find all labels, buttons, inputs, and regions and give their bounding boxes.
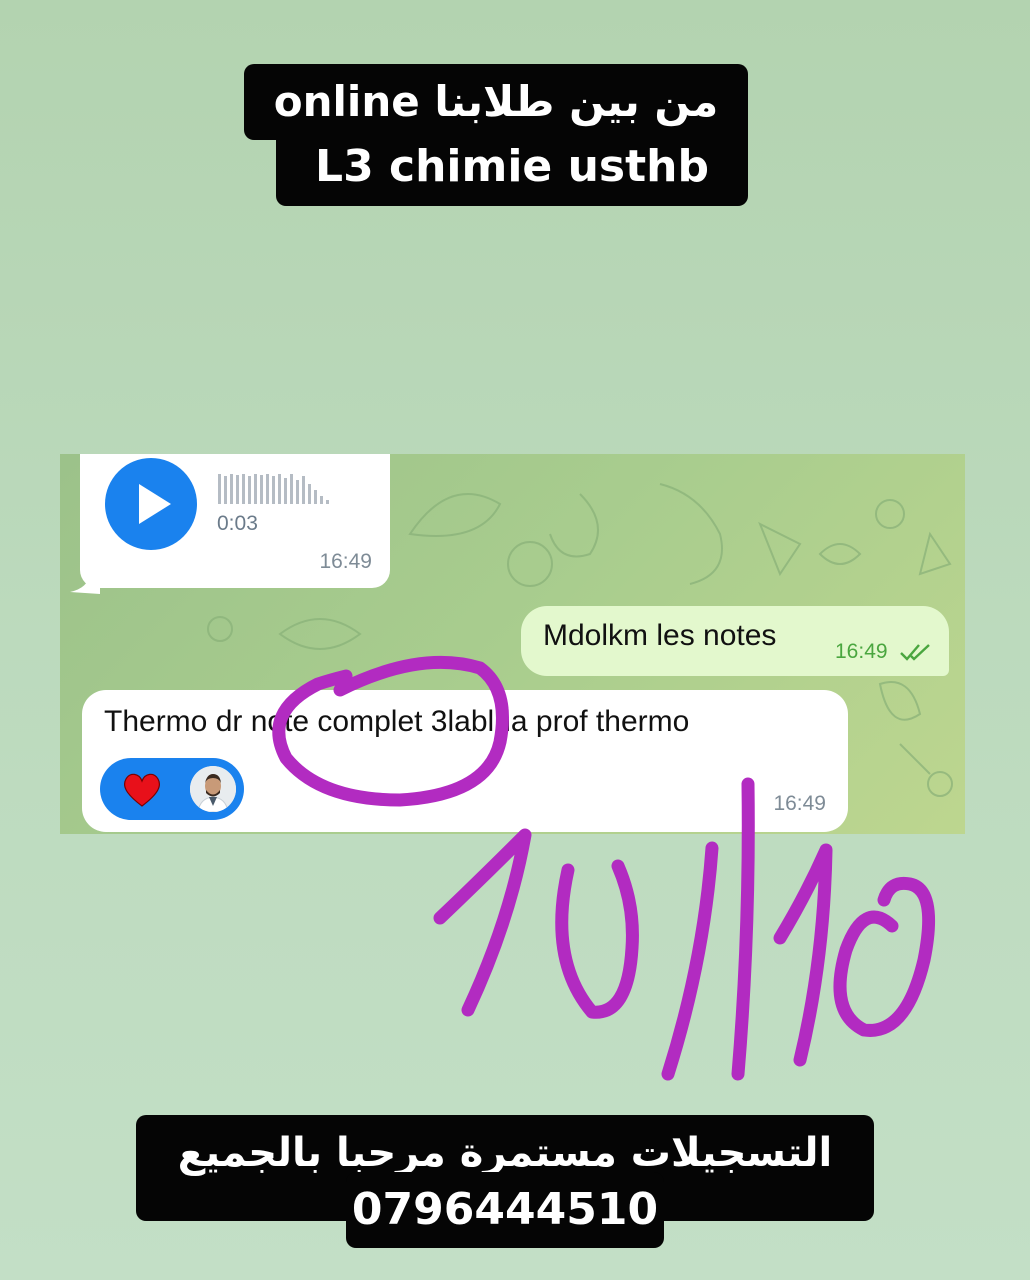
- voice-message-bubble: 0:03 16:49: [80, 454, 390, 588]
- waveform: [218, 474, 329, 504]
- voice-duration: 0:03: [217, 512, 258, 535]
- bubble-tail: [70, 574, 100, 594]
- play-button[interactable]: [105, 458, 197, 550]
- message-time: 16:49: [773, 792, 826, 815]
- header-caption-line2: L3 chimie usthb: [276, 132, 748, 206]
- play-icon: [139, 484, 171, 524]
- outgoing-message-text: Mdolkm les notes: [543, 619, 777, 652]
- outgoing-message-bubble: Mdolkm les notes 16:49: [521, 606, 949, 676]
- footer-caption-phone: 0796444510: [346, 1172, 664, 1248]
- person-icon: [190, 766, 236, 812]
- heart-icon: [123, 773, 161, 807]
- header-caption-line1: من بين طلابنا online: [244, 64, 748, 140]
- incoming-message-text: Thermo dr note complet 3lablha prof ther…: [104, 705, 690, 738]
- double-check-icon: [900, 644, 930, 661]
- message-time: 16:49: [835, 640, 888, 663]
- incoming-message-bubble: Thermo dr note complet 3lablha prof ther…: [82, 690, 848, 832]
- message-time: 16:49: [319, 550, 372, 573]
- reaction-pill[interactable]: [100, 758, 244, 820]
- chat-screenshot: 0:03 16:49 Mdolkm les notes 16:49 Thermo…: [60, 454, 965, 834]
- avatar: [190, 766, 236, 812]
